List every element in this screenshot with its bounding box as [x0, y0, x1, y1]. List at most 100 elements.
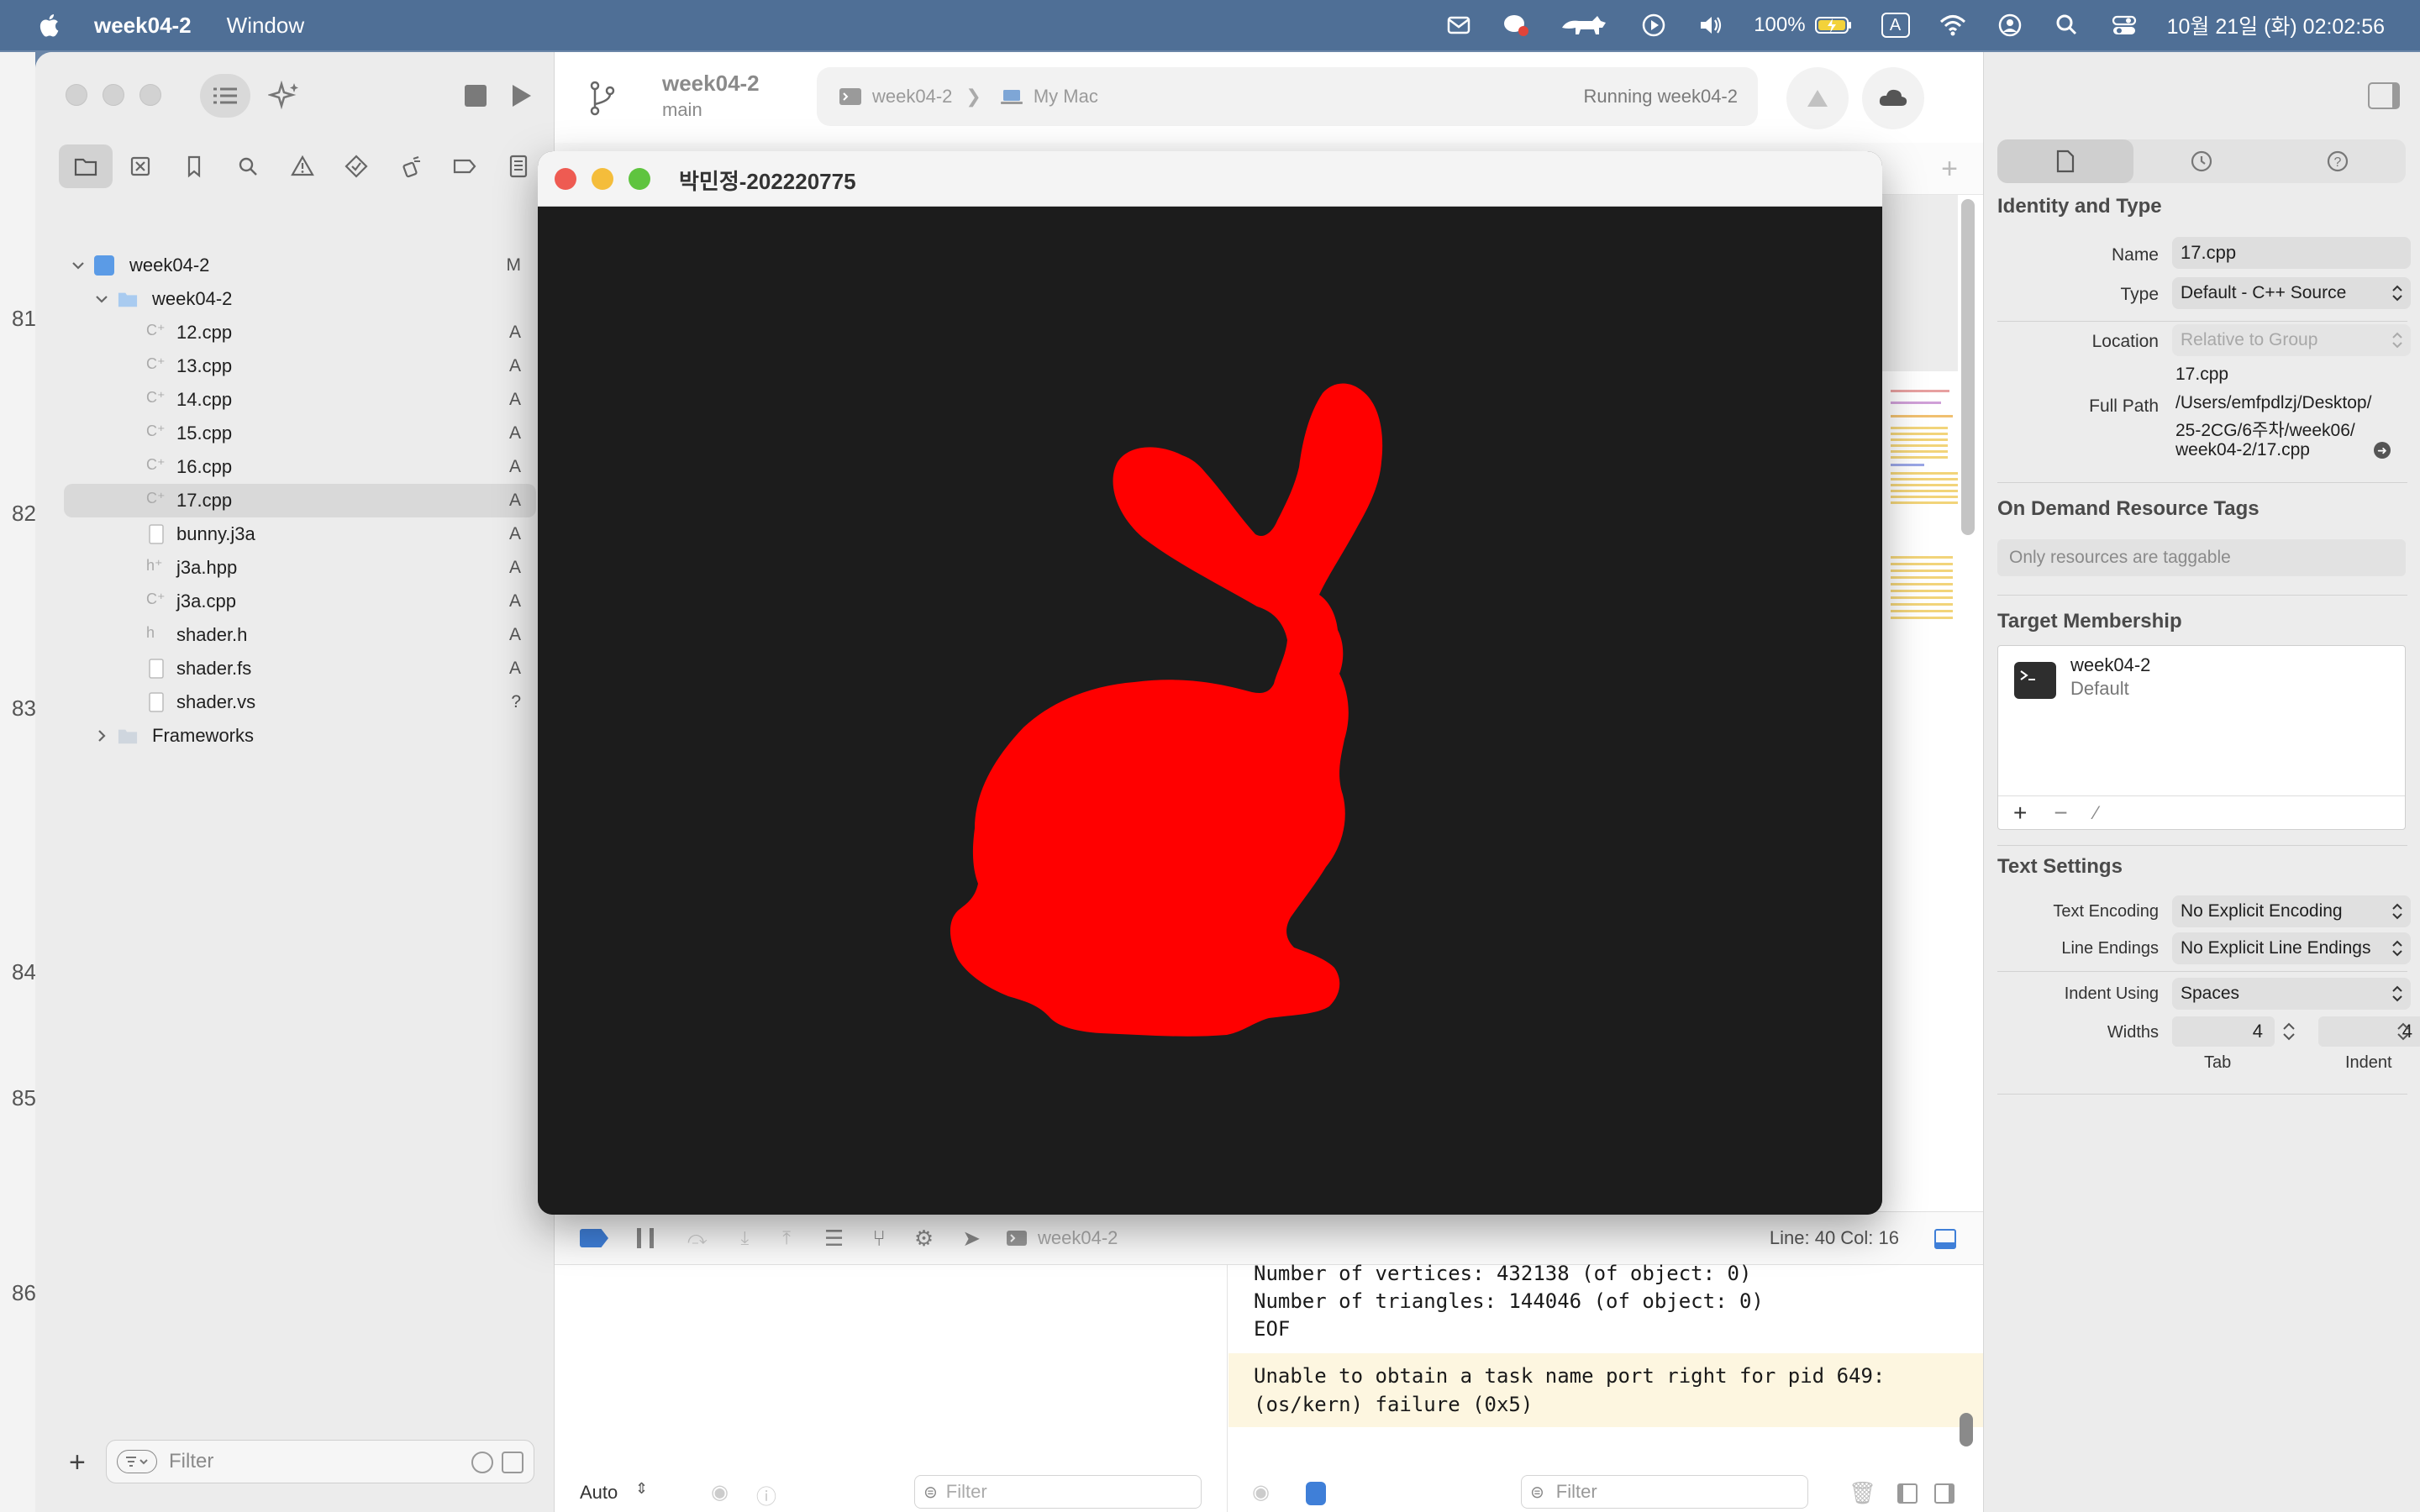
chevron-right-icon[interactable]: [92, 727, 111, 745]
render-canvas[interactable]: [538, 207, 1882, 1215]
menu-clock[interactable]: 10월 21일 (화) 02:02:56: [2167, 10, 2385, 40]
stepper-icon[interactable]: [2281, 1020, 2296, 1043]
view-hierarchy-icon[interactable]: ☰: [824, 1226, 844, 1252]
tree-row-file[interactable]: bunny.j3a A: [35, 517, 555, 551]
bookmark-navigator-tab[interactable]: [167, 144, 221, 188]
destination-selector[interactable]: My Mac: [1034, 86, 1098, 108]
apple-icon[interactable]: [35, 11, 60, 39]
chevron-down-icon[interactable]: [69, 256, 87, 275]
editor-scrollbar[interactable]: [1960, 199, 1976, 1249]
tree-row-file[interactable]: C⁺ 14.cpp A: [35, 383, 555, 417]
control-center-icon[interactable]: [2110, 11, 2139, 39]
scheme-selector[interactable]: week04-2: [872, 86, 952, 108]
tree-row-file[interactable]: h⁺ j3a.hpp A: [35, 551, 555, 585]
console-options-icon[interactable]: [1306, 1482, 1326, 1505]
wifi-icon[interactable]: [1939, 11, 1967, 39]
tree-row-folder[interactable]: Frameworks: [35, 719, 555, 753]
tree-row-file[interactable]: C⁺ 16.cpp A: [35, 450, 555, 484]
tree-row-folder[interactable]: week04-2: [35, 282, 555, 316]
tree-row-file[interactable]: h shader.h A: [35, 618, 555, 652]
sparkle-icon[interactable]: [264, 74, 306, 118]
recent-files-icon[interactable]: [471, 1452, 493, 1473]
run-button[interactable]: [504, 74, 538, 118]
stepper-icon[interactable]: [2396, 1020, 2411, 1043]
issue-navigator-tab[interactable]: [276, 144, 329, 188]
remove-target-button[interactable]: −: [2054, 800, 2067, 827]
tree-row-file-selected[interactable]: C⁺ 17.cpp A: [64, 484, 536, 517]
app-titlebar[interactable]: 박민정-202220775: [538, 151, 1882, 207]
step-over-icon[interactable]: ⤼: [687, 1227, 708, 1249]
breakpoint-navigator-tab[interactable]: [438, 144, 492, 188]
target-membership-list[interactable]: week04-2 Default + − ⁄: [1997, 645, 2406, 830]
tab-width-field[interactable]: 4: [2172, 1016, 2275, 1047]
minimize-button[interactable]: [103, 84, 124, 106]
add-file-button[interactable]: +: [69, 1446, 86, 1479]
tree-row-file[interactable]: C⁺ 12.cpp A: [35, 316, 555, 349]
close-button[interactable]: [66, 84, 87, 106]
volume-icon[interactable]: [1697, 11, 1725, 39]
tree-row-file[interactable]: C⁺ 15.cpp A: [35, 417, 555, 450]
simulate-location-icon[interactable]: ➤: [962, 1226, 981, 1252]
stop-button[interactable]: [459, 74, 492, 118]
menu-app-name[interactable]: week04-2: [94, 13, 192, 39]
name-field[interactable]: 17.cpp: [2172, 237, 2411, 269]
variables-scope-selector[interactable]: Auto: [580, 1482, 618, 1504]
pause-icon[interactable]: [637, 1228, 654, 1248]
trash-icon[interactable]: 🗑: [1849, 1480, 1876, 1506]
zoom-button[interactable]: [139, 84, 161, 106]
mail-icon[interactable]: [1444, 11, 1473, 39]
console-output[interactable]: Number of vertices: 432138 (of object: 0…: [1228, 1262, 1983, 1479]
eye-icon[interactable]: ◉: [711, 1480, 729, 1504]
project-navigator-tab[interactable]: [59, 144, 113, 188]
issues-button[interactable]: [1786, 67, 1849, 129]
file-inspector-tab[interactable]: [1997, 139, 2133, 183]
variables-filter-field[interactable]: ⊜ Filter: [914, 1475, 1202, 1509]
history-inspector-tab[interactable]: [2133, 139, 2270, 183]
spotlight-search-icon[interactable]: [2053, 11, 2081, 39]
step-out-icon[interactable]: ⤒: [782, 1227, 791, 1249]
play-circle-icon[interactable]: [1639, 11, 1668, 39]
close-button[interactable]: [555, 168, 576, 190]
input-method-icon[interactable]: A: [1881, 11, 1910, 39]
project-name[interactable]: week04-2: [662, 71, 760, 97]
opengl-app-window[interactable]: 박민정-202220775: [538, 151, 1882, 1215]
minimap[interactable]: [1882, 195, 1958, 1245]
source-control-navigator-tab[interactable]: [113, 144, 166, 188]
info-icon[interactable]: ⓘ: [756, 1480, 776, 1509]
indent-using-select[interactable]: Spaces: [2172, 978, 2411, 1010]
filter-options-icon[interactable]: [117, 1450, 157, 1473]
chevron-down-icon[interactable]: [92, 290, 111, 308]
eye-icon[interactable]: ◉: [1252, 1480, 1270, 1504]
battery-charging-icon[interactable]: [1814, 11, 1853, 39]
debug-navigator-tab[interactable]: [383, 144, 437, 188]
zoom-button[interactable]: [629, 168, 650, 190]
help-inspector-tab[interactable]: ?: [2270, 139, 2406, 183]
console-scrollbar[interactable]: [1960, 1413, 1973, 1446]
memory-graph-icon[interactable]: ⑂: [872, 1226, 886, 1252]
add-tab-button[interactable]: +: [1941, 153, 1958, 186]
line-endings-select[interactable]: No Explicit Line Endings: [2172, 932, 2411, 964]
tree-row-file[interactable]: C⁺ j3a.cpp A: [35, 585, 555, 618]
tree-row-file[interactable]: shader.vs ?: [35, 685, 555, 719]
tree-row-project[interactable]: week04-2 M: [35, 249, 555, 282]
variables-console-divider[interactable]: [1227, 1265, 1228, 1512]
tree-row-file[interactable]: shader.fs A: [35, 652, 555, 685]
cloud-sync-button[interactable]: [1862, 67, 1924, 129]
cat-icon[interactable]: [1559, 11, 1611, 39]
inspector-toggle-icon[interactable]: [2368, 82, 2400, 109]
find-navigator-tab[interactable]: [221, 144, 275, 188]
show-console-icon[interactable]: [1934, 1483, 1954, 1504]
type-select[interactable]: Default - C++ Source: [2172, 277, 2411, 309]
text-encoding-select[interactable]: No Explicit Encoding: [2172, 895, 2411, 927]
menu-window[interactable]: Window: [227, 13, 304, 39]
navigator-toggle-button[interactable]: [200, 74, 250, 118]
branch-name[interactable]: main: [662, 99, 702, 121]
console-filter-field[interactable]: ⊜ Filter: [1521, 1475, 1808, 1509]
source-control-filter-icon[interactable]: [502, 1452, 523, 1473]
reveal-in-finder-icon[interactable]: ➜: [2374, 442, 2391, 459]
step-into-icon[interactable]: ⤓: [741, 1227, 750, 1249]
edit-target-button[interactable]: ⁄: [2095, 802, 2098, 824]
minimize-button[interactable]: [592, 168, 613, 190]
environment-overrides-icon[interactable]: ⚙: [914, 1226, 934, 1252]
breakpoints-toggle-icon[interactable]: [580, 1229, 608, 1247]
